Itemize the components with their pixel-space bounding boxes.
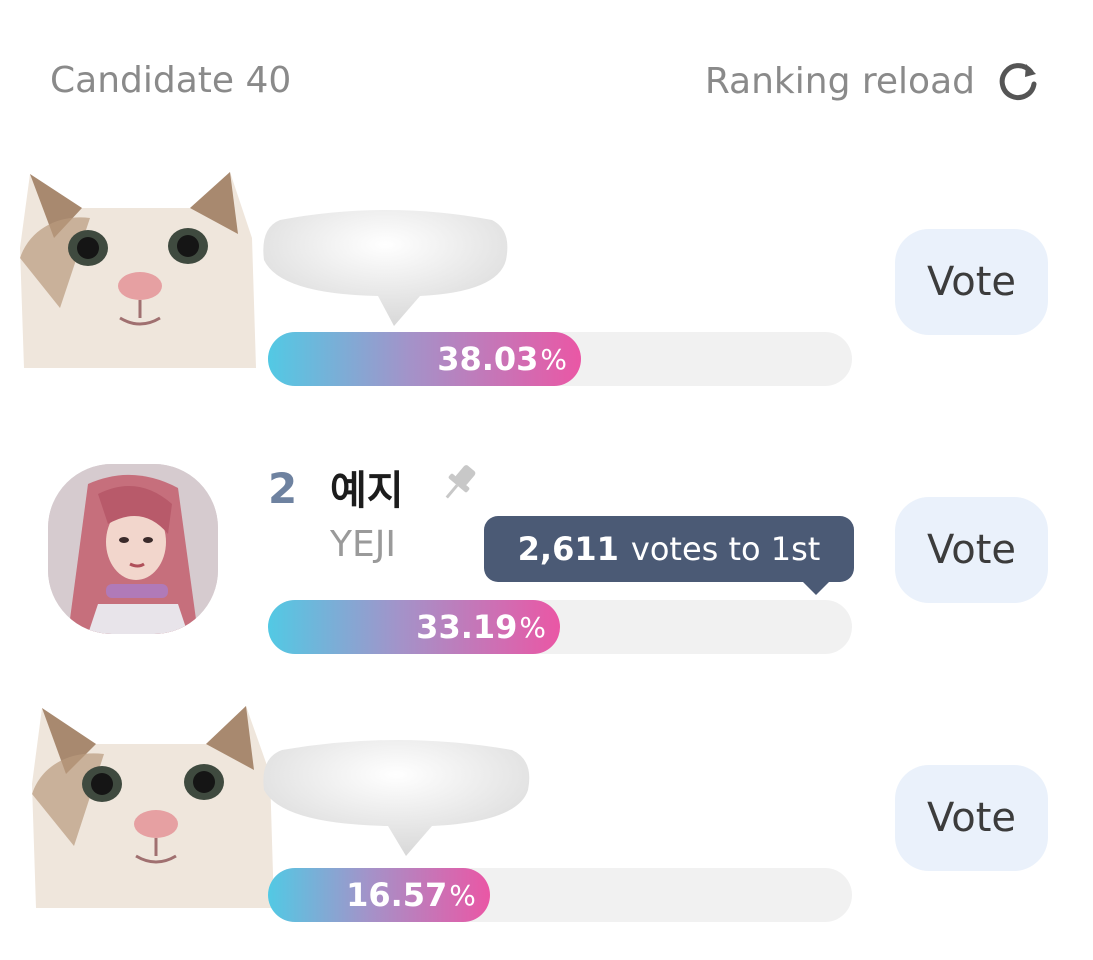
candidate-avatar: [48, 464, 218, 634]
vote-button[interactable]: Vote: [895, 765, 1048, 871]
vote-percentage-bar: 38.03%: [268, 332, 852, 386]
cat-sticker-image: [20, 172, 256, 368]
vote-percentage-value: 38.03: [437, 340, 539, 378]
refresh-icon[interactable]: [995, 58, 1041, 104]
votes-to-first-tooltip: 2,611 votes to 1st: [484, 516, 854, 582]
speech-bubble-sticker: [263, 210, 508, 326]
vote-percentage-fill: 38.03%: [268, 332, 582, 386]
vote-percentage-bar: 33.19%: [268, 600, 852, 654]
candidate-count: Candidate 40: [50, 60, 292, 101]
vote-button[interactable]: Vote: [895, 229, 1048, 335]
vote-button[interactable]: Vote: [895, 497, 1048, 603]
vote-percentage-fill: 33.19%: [268, 600, 560, 654]
rank-number: 2: [268, 464, 298, 513]
votes-gap-text: votes to 1st: [630, 530, 821, 568]
percent-sign: %: [449, 878, 476, 912]
speech-bubble-sticker: [263, 740, 530, 856]
tooltip-tail: [802, 581, 830, 595]
ranking-reload-button[interactable]: Ranking reload: [705, 58, 1041, 104]
vote-percentage-fill: 16.57%: [268, 868, 490, 922]
candidate-name-english: YEJI: [330, 524, 396, 565]
yeji-portrait-image: [48, 464, 218, 634]
vote-percentage-bar: 16.57%: [268, 868, 852, 922]
candidate-name-korean: 예지: [330, 468, 404, 514]
vote-percentage-value: 33.19: [416, 608, 518, 646]
ranking-reload-label: Ranking reload: [704, 60, 975, 102]
percent-sign: %: [519, 610, 546, 644]
pin-icon[interactable]: [436, 460, 482, 506]
votes-gap-number: 2,611: [517, 530, 619, 568]
vote-percentage-value: 16.57: [346, 876, 448, 914]
cat-sticker-image: [32, 706, 274, 908]
percent-sign: %: [540, 342, 568, 376]
